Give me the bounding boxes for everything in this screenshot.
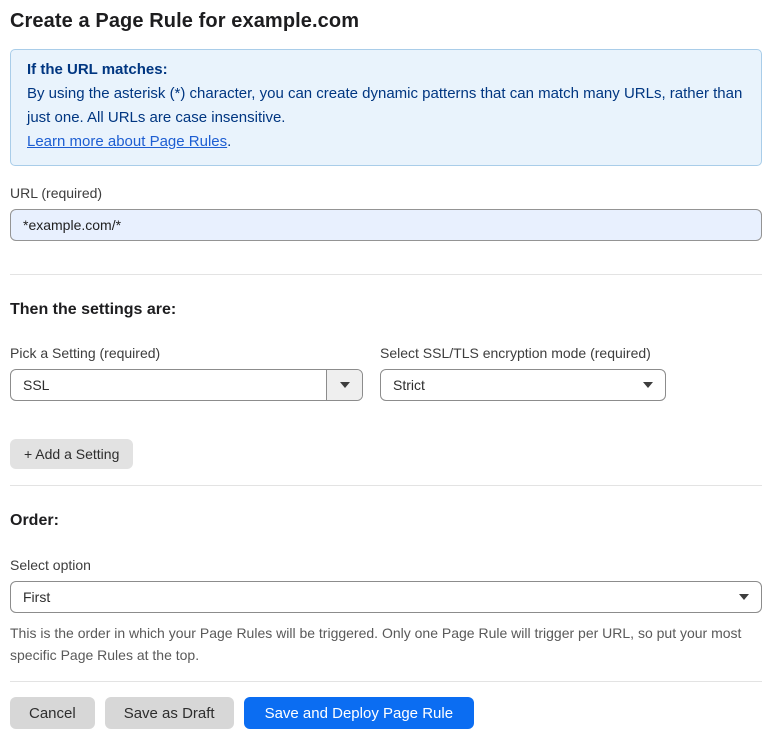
footer-buttons: Cancel Save as Draft Save and Deploy Pag… [10,697,762,729]
add-setting-button[interactable]: + Add a Setting [10,439,134,469]
cancel-button[interactable]: Cancel [10,697,95,729]
setting-picker-value: SSL [23,377,50,393]
chevron-down-icon [643,382,653,388]
setting-picker-column: Pick a Setting (required) SSL [10,345,363,401]
order-help-text: This is the order in which your Page Rul… [10,625,742,663]
settings-row: Pick a Setting (required) SSL Select SSL… [10,345,762,401]
setting-picker-label: Pick a Setting (required) [10,345,161,361]
save-and-deploy-button[interactable]: Save and Deploy Page Rule [243,697,475,729]
page-rule-form: Create a Page Rule for example.com If th… [0,10,772,745]
divider [10,681,762,682]
divider [10,274,762,275]
order-select-label: Select option [10,557,91,573]
info-box-link-line: Learn more about Page Rules. [27,130,745,154]
learn-more-link[interactable]: Learn more about Page Rules [27,133,227,150]
order-select[interactable]: First [10,581,762,613]
setting-picker-select[interactable]: SSL [10,369,363,401]
setting-picker-caret-segment[interactable] [326,370,362,400]
order-select-value: First [23,589,51,605]
chevron-down-icon [739,594,749,600]
settings-section-heading: Then the settings are: [10,301,177,318]
page-title: Create a Page Rule for example.com [10,10,360,32]
order-section-heading: Order: [10,512,59,529]
save-as-draft-button[interactable]: Save as Draft [104,697,234,729]
url-field-label: URL (required) [10,185,103,201]
info-box-body: By using the asterisk (*) character, you… [27,85,743,126]
ssl-mode-column: Select SSL/TLS encryption mode (required… [380,345,666,401]
url-match-info-box: If the URL matches: By using the asteris… [10,49,762,166]
info-box-heading: If the URL matches: [27,61,168,78]
url-input[interactable] [10,209,762,241]
chevron-down-icon [339,382,350,388]
ssl-mode-label: Select SSL/TLS encryption mode (required… [380,345,651,361]
ssl-mode-select[interactable]: Strict [380,369,666,401]
ssl-mode-value: Strict [393,377,425,393]
divider [10,485,762,486]
link-suffix: . [227,133,232,150]
